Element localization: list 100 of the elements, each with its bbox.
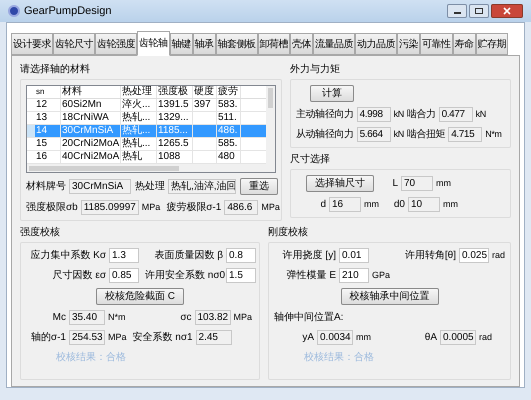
tab[interactable]: 齿轮轴 [137,31,170,56]
table-cell: 583. [217,99,241,111]
result-text: 校核结果：合格 [303,350,375,365]
table-cell: 热轧... [121,125,157,137]
table-cell: 585. [217,138,241,150]
column-header[interactable]: 热处理 [121,86,157,98]
tab[interactable]: 可靠性 [420,33,452,55]
input-field[interactable]: 0.85 [109,268,139,283]
table-cell: 15 [35,138,61,150]
tab[interactable]: 卸荷槽 [258,33,290,55]
tab[interactable]: 贮存期 [476,33,508,55]
field-label: 许用转角[θ] [404,249,456,263]
table-cell: 1391.5 [157,99,193,111]
tab[interactable]: 壳体 [290,33,313,55]
tab[interactable]: 齿轮强度 [95,33,137,55]
unit-label: kN [476,108,486,121]
input-field[interactable]: 30CrMnSiA [69,179,131,194]
field-label: 材料牌号 [26,180,66,194]
tab[interactable]: 污染 [397,33,420,55]
result-text: 校核结果：合格 [55,350,127,365]
table-row[interactable]: 15 20CrNi2MoA 热轧... 1265.5 585. [27,138,266,151]
table-cell: 16 [35,151,61,163]
app-icon [8,5,20,17]
field-label: L [391,177,398,191]
tab[interactable]: 齿轮尺寸 [53,33,95,55]
action-button[interactable]: 选择轴尺寸 [306,175,374,192]
action-button[interactable]: 计算 [310,85,354,102]
tab[interactable]: 寿命 [452,33,476,55]
column-header[interactable]: sn [35,86,61,98]
table-cell: 40CrNi2MoA [61,151,121,163]
field-label: 安全系数 nσ1 [132,330,193,345]
scrollbar[interactable] [266,86,275,164]
input-field[interactable]: 1.5 [226,268,256,283]
action-button[interactable]: 重选 [240,178,278,195]
table-cell: 1265.5 [157,138,193,150]
section-label: 轴伸中间位置A: [274,310,344,325]
unit-label: GPa [372,268,390,282]
input-field[interactable]: 0.477 [438,107,473,122]
column-header[interactable]: 材料 [61,86,121,98]
field-label: 许用安全系数 nσ0 [145,268,223,283]
column-header[interactable]: 疲劳 [217,86,241,98]
table-cell: 14 [35,125,61,137]
field-label: 疲劳极限σ-1 [166,200,222,215]
input-field[interactable]: 2.45 [196,330,232,345]
input-field[interactable]: 103.82 [194,310,230,325]
unit-label: N*m [108,310,126,324]
tab[interactable]: 动力品质 [355,33,397,55]
group-title: 强度校核 [20,226,61,240]
tab[interactable]: 轴承 [192,33,216,55]
table-cell: 1185... [157,125,193,137]
input-field[interactable]: 4.998 [356,107,391,122]
maximize-icon[interactable] [469,4,489,18]
input-field[interactable]: 0.01 [339,248,369,263]
input-field[interactable]: 4.715 [448,127,482,142]
input-field[interactable]: 0.0034 [317,330,353,345]
table-cell: 30CrMnSiA [61,125,121,137]
input-field[interactable]: 16 [329,197,361,212]
tab[interactable]: 设计要求 [11,33,53,55]
group-title: 请选择轴的材料 [20,62,91,77]
close-icon[interactable] [491,4,523,18]
action-button[interactable]: 校核危险截面 C [96,288,184,305]
input-field[interactable]: 35.40 [69,310,105,325]
unit-label: mm [364,198,379,211]
minimize-icon[interactable] [447,4,467,18]
unit-label: MPa [142,200,160,214]
input-field[interactable]: 5.664 [356,127,391,142]
input-field[interactable]: 254.53 [69,330,105,345]
input-field[interactable]: 210 [339,268,369,283]
input-field[interactable]: 1185.09997 [80,200,139,215]
table-cell: 热轧 [121,151,157,163]
tab[interactable]: 轴套侧板 [216,33,258,55]
input-field[interactable]: 0.8 [226,248,256,263]
input-field[interactable]: 1.3 [109,248,139,263]
field-label: 强度极限σb [26,200,78,215]
field-label: 弹性模量 E [286,268,336,283]
table-cell: 热轧... [121,138,157,150]
action-button[interactable]: 校核轴承中间位置 [340,288,438,305]
tab[interactable]: 轴键 [170,33,192,55]
input-field[interactable]: 0.0005 [440,330,476,345]
field-label: yA [301,331,314,345]
tab[interactable]: 流量品质 [313,33,355,55]
input-field[interactable]: 70 [401,176,433,191]
field-label: 应力集中系数 Kσ [29,248,106,263]
unit-label: MPa [261,200,280,214]
input-field[interactable]: 10 [408,197,440,212]
field-label: 啮合力 [406,108,436,122]
unit-label: kN [394,128,404,141]
input-field[interactable]: 486.6 [224,200,258,215]
input-field[interactable]: 0.025 [458,248,489,263]
scrollbar[interactable] [27,164,275,172]
group-title: 尺寸选择 [290,152,331,167]
unit-label: rad [479,330,492,344]
table-cell: 18CrNiWA [61,112,121,124]
unit-label: MPa [234,310,252,324]
field-label: 尺寸因数 εσ [52,268,106,283]
input-field[interactable]: 热轧,油淬,油回 [168,179,236,194]
window-title: GearPumpDesign [24,4,112,19]
unit-label: kN [394,108,404,121]
unit-label: mm [356,330,371,344]
unit-label: rad [492,248,505,262]
